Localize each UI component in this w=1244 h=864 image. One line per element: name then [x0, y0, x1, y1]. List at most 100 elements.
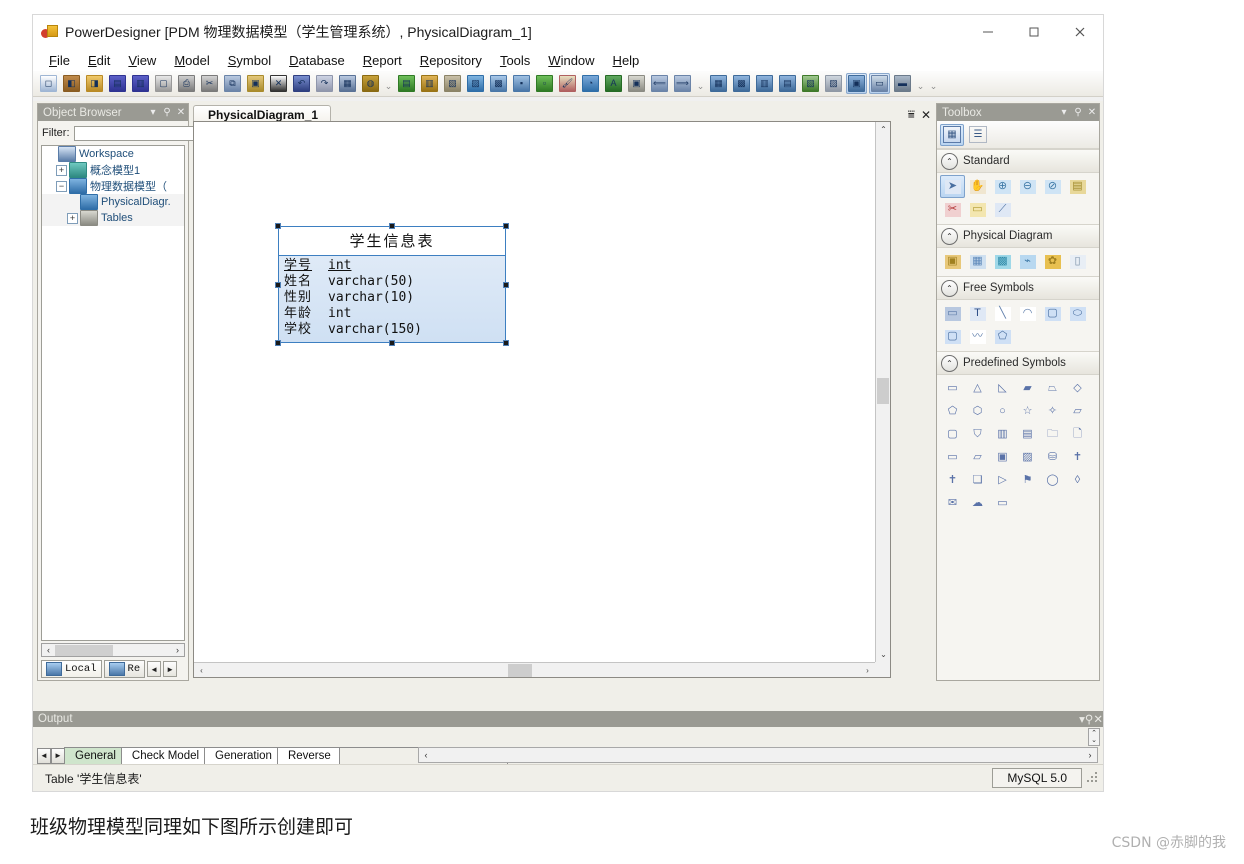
canvas-vertical-scrollbar[interactable]: ⌃ ⌄: [875, 122, 890, 662]
tree-node-2[interactable]: −物理数据模型（: [42, 178, 184, 194]
zoom-out-tool[interactable]: ⊖: [1015, 175, 1040, 198]
shield-symbol[interactable]: ⛉: [965, 423, 990, 446]
actor-filled-symbol[interactable]: ✝: [940, 469, 965, 492]
resize-grip[interactable]: [1086, 771, 1100, 785]
open-package-tool[interactable]: ▤: [1065, 175, 1090, 198]
output-scroll-down[interactable]: ⌄: [1091, 737, 1097, 744]
document-symbol[interactable]: 🗋: [1065, 423, 1090, 446]
menu-repository[interactable]: Repository: [411, 51, 491, 70]
note-tool[interactable]: ▭: [965, 198, 990, 221]
rounded-box-symbol[interactable]: ▭: [940, 377, 965, 400]
hscroll-left-arrow[interactable]: ‹: [42, 645, 55, 655]
toolbox-pin-icon[interactable]: ⚲: [1071, 107, 1085, 118]
cylinder-symbol[interactable]: ⛁: [1040, 446, 1065, 469]
rectangle-tool[interactable]: ▢: [1040, 302, 1065, 325]
arrow-pentagon-symbol[interactable]: ▷: [990, 469, 1015, 492]
copy-icon[interactable]: ⧉: [222, 73, 243, 94]
line-tool[interactable]: ╲: [990, 302, 1015, 325]
collapse-icon[interactable]: ⌃: [941, 355, 958, 372]
output-nav-next[interactable]: ►: [51, 748, 65, 764]
format-icon[interactable]: ▣: [626, 73, 647, 94]
open-model-icon[interactable]: ◨: [84, 73, 105, 94]
grid-view-icon[interactable]: ▦: [940, 124, 964, 146]
open-workspace-icon[interactable]: ◧: [61, 73, 82, 94]
hscroll-left-arrow[interactable]: ‹: [194, 663, 209, 678]
cut-icon[interactable]: ✂: [199, 73, 220, 94]
vscroll-down-arrow[interactable]: ⌄: [876, 647, 891, 662]
list-tables-icon[interactable]: ▤: [777, 73, 798, 94]
collapse-icon[interactable]: ⌃: [941, 153, 958, 170]
save-icon[interactable]: ▤: [107, 73, 128, 94]
output-horizontal-scrollbar[interactable]: ‹ ›: [418, 747, 1098, 763]
hscroll-right-arrow[interactable]: ›: [860, 663, 875, 678]
properties-icon[interactable]: ▦: [337, 73, 358, 94]
entity-column-row[interactable]: 学号int: [284, 258, 500, 274]
folder-symbol[interactable]: 🗀: [1040, 423, 1065, 446]
canvas-horizontal-scrollbar[interactable]: ‹ ›: [194, 662, 875, 677]
pentagon-symbol[interactable]: ⬠: [940, 400, 965, 423]
paint-icon[interactable]: 🖌: [557, 73, 578, 94]
entity-column-row[interactable]: 姓名varchar(50): [284, 274, 500, 290]
zoom-area-tool[interactable]: ⊘: [1040, 175, 1065, 198]
tab-close-icon[interactable]: ✕: [921, 108, 931, 122]
list-columns-icon[interactable]: ▥: [754, 73, 775, 94]
table-tool[interactable]: ▦: [965, 250, 990, 273]
toolbox-section-predefined-symbols[interactable]: ⌃Predefined Symbols: [937, 351, 1099, 375]
menu-window[interactable]: Window: [539, 51, 603, 70]
object-browser-icon[interactable]: ▣: [846, 73, 867, 94]
print-preview-icon[interactable]: ▢: [153, 73, 174, 94]
paste-icon[interactable]: ▣: [245, 73, 266, 94]
selection-handle-sw[interactable]: [275, 340, 281, 346]
previous-icon[interactable]: ⟸: [649, 73, 670, 94]
box-3d-symbol[interactable]: ▨: [1015, 446, 1040, 469]
delete-icon[interactable]: ✕: [268, 73, 289, 94]
link-tool[interactable]: ⟋: [990, 198, 1015, 221]
text-tool[interactable]: T: [965, 302, 990, 325]
tree-expander-4[interactable]: +: [67, 213, 78, 224]
tree-node-0[interactable]: Workspace: [42, 146, 184, 162]
menu-tools[interactable]: Tools: [491, 51, 539, 70]
view-tool[interactable]: ▩: [990, 250, 1015, 273]
dependencies-icon[interactable]: ▩: [731, 73, 752, 94]
zoom-in-tool[interactable]: ⊕: [990, 175, 1015, 198]
ellipse-tool[interactable]: ⬭: [1065, 302, 1090, 325]
tree-node-4[interactable]: +Tables: [42, 210, 184, 226]
canvas-hscroll-thumb[interactable]: [508, 664, 532, 677]
check-model-icon[interactable]: ◍: [360, 73, 381, 94]
minimize-button[interactable]: [965, 15, 1011, 49]
redo-icon[interactable]: ↷: [314, 73, 335, 94]
apply-model-icon[interactable]: ▩: [488, 73, 509, 94]
selection-handle-ne[interactable]: [503, 223, 509, 229]
object-browser-tree[interactable]: Workspace+概念模型1−物理数据模型（PhysicalDiagr.+Ta…: [41, 145, 185, 641]
next-icon[interactable]: ⟹: [672, 73, 693, 94]
menu-report[interactable]: Report: [354, 51, 411, 70]
menu-help[interactable]: Help: [604, 51, 649, 70]
font-icon[interactable]: A: [603, 73, 624, 94]
toolbox-close-icon[interactable]: ✕: [1085, 107, 1099, 118]
tree-expander-1[interactable]: +: [56, 165, 67, 176]
burst-symbol[interactable]: ✧: [1040, 400, 1065, 423]
file-tool[interactable]: ▯: [1065, 250, 1090, 273]
selection-handle-s[interactable]: [389, 340, 395, 346]
reference-tool[interactable]: ⌁: [1015, 250, 1040, 273]
drop-symbol[interactable]: ◊: [1065, 469, 1090, 492]
folded-corner-symbol[interactable]: ▱: [1065, 400, 1090, 423]
card-symbol[interactable]: ▢: [940, 423, 965, 446]
toolbox-section-free-symbols[interactable]: ⌃Free Symbols: [937, 276, 1099, 300]
object-browser-hscrollbar[interactable]: ‹ ›: [41, 643, 185, 657]
tape-symbol[interactable]: ▱: [965, 446, 990, 469]
parallelogram-symbol[interactable]: ▰: [1015, 377, 1040, 400]
entity-column-row[interactable]: 年龄int: [284, 306, 500, 322]
split-box-symbol[interactable]: ▥: [990, 423, 1015, 446]
print-icon[interactable]: ⎙: [176, 73, 197, 94]
table-entity-student-info[interactable]: 学生信息表 学号int姓名varchar(50)性别varchar(10)年龄i…: [278, 226, 506, 343]
star-symbol[interactable]: ☆: [1015, 400, 1040, 423]
selection-handle-n[interactable]: [389, 223, 395, 229]
menu-symbol[interactable]: Symbol: [219, 51, 280, 70]
balloon-symbol[interactable]: ◯: [1040, 469, 1065, 492]
polygon-tool[interactable]: ⬠: [990, 325, 1015, 348]
menu-model[interactable]: Model: [165, 51, 218, 70]
object-browser-tab-re[interactable]: Re: [104, 660, 146, 678]
panel-close-icon[interactable]: ✕: [174, 107, 188, 118]
object-browser-prev-button[interactable]: ◄: [147, 661, 161, 677]
